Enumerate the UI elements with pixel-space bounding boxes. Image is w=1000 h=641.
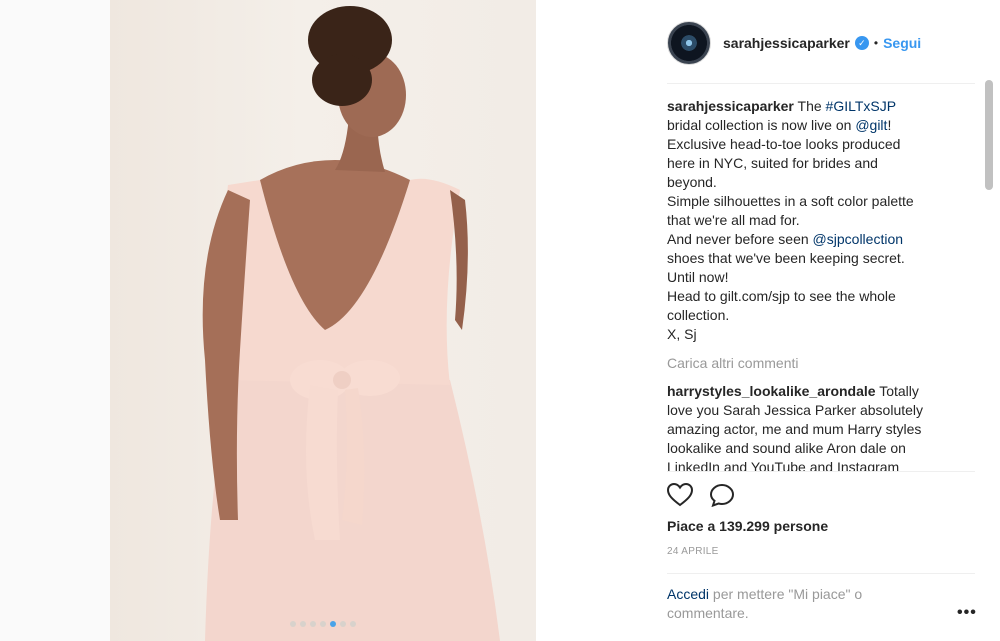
caption-line: And never before seen @sjpcollection: [667, 230, 957, 249]
comment-icon[interactable]: [709, 483, 735, 512]
caption-tag-link[interactable]: @sjpcollection: [813, 231, 903, 247]
comment-username[interactable]: harrystyles_lookalike_arondale: [667, 383, 876, 399]
comment-line: harrystyles_lookalike_arondale Totally: [667, 382, 957, 401]
login-link[interactable]: Accedi: [667, 586, 709, 602]
comment-line: LinkedIn and YouTube and Instagram: [667, 458, 957, 471]
comments-scrollbar[interactable]: [985, 80, 993, 190]
comment-line: amazing actor, me and mum Harry styles: [667, 420, 957, 439]
carousel-dot[interactable]: [300, 621, 306, 627]
caption-tag-link[interactable]: @gilt: [855, 117, 887, 133]
caption-text: The: [793, 98, 826, 114]
carousel-dot[interactable]: [350, 621, 356, 627]
actions-divider: [667, 471, 975, 472]
load-more-comments-link[interactable]: Carica altri commenti: [667, 354, 957, 373]
post-date: 24 APRILE: [667, 546, 719, 557]
caption-text: Until now!: [667, 269, 729, 285]
caption-line: shoes that we've been keeping secret.: [667, 249, 957, 268]
comments-list[interactable]: sarahjessicaparker The #GILTxSJP bridal c…: [667, 97, 957, 471]
carousel-dot[interactable]: [320, 621, 326, 627]
caption-tag-link[interactable]: #GILTxSJP: [826, 98, 897, 114]
caption-text: bridal collection is now live on: [667, 117, 856, 133]
caption-text: shoes that we've been keeping secret.: [667, 250, 905, 266]
header-username[interactable]: sarahjessicaparker: [723, 35, 850, 51]
caption-line: collection.: [667, 306, 957, 325]
caption-text: X, Sj: [667, 326, 697, 342]
follow-button[interactable]: Segui: [883, 35, 921, 51]
caption-line: sarahjessicaparker The #GILTxSJP: [667, 97, 957, 116]
comment-text: love you Sarah Jessica Parker absolutely: [667, 402, 924, 418]
caption-text: collection.: [667, 307, 730, 323]
likes-count[interactable]: Piace a 139.299 persone: [667, 518, 828, 534]
header-separator: •: [873, 36, 879, 50]
caption-line: Simple silhouettes in a soft color palet…: [667, 192, 957, 211]
caption-line: X, Sj: [667, 325, 957, 344]
caption-username[interactable]: sarahjessicaparker: [667, 98, 794, 114]
comment-text: lookalike and sound alike Aron dale on: [667, 440, 906, 456]
header-divider: [667, 83, 975, 84]
login-divider: [667, 573, 975, 574]
caption-text: Head to gilt.com/sjp to see the whole: [667, 288, 896, 304]
login-prompt: Accedi per mettere "Mi piace" o commenta…: [667, 585, 907, 623]
carousel-dot[interactable]: [290, 621, 296, 627]
comment-text: Totally: [875, 383, 919, 399]
caption-text: here in NYC, suited for brides and: [667, 155, 878, 171]
caption-line: Exclusive head-to-toe looks produced: [667, 135, 957, 154]
caption-text: Simple silhouettes in a soft color palet…: [667, 193, 914, 209]
caption-text: that we're all mad for.: [667, 212, 800, 228]
carousel-dot[interactable]: [340, 621, 346, 627]
caption-line: that we're all mad for.: [667, 211, 957, 230]
caption-line: Until now!: [667, 268, 957, 287]
bridal-dress-photo-illustration: [202, 6, 500, 641]
verified-badge-icon: ✓: [854, 36, 869, 50]
caption-text: !: [887, 117, 892, 133]
left-backdrop: [0, 0, 110, 641]
caption-text: Exclusive head-to-toe looks produced: [667, 136, 901, 152]
caption-line: bridal collection is now live on @gilt!: [667, 116, 957, 135]
carousel-dot[interactable]: [310, 621, 316, 627]
comment-text: amazing actor, me and mum Harry styles: [667, 421, 922, 437]
post-actions: [666, 482, 735, 512]
caption-line: beyond.: [667, 173, 957, 192]
carousel-indicator: [110, 621, 536, 627]
post-header: sarahjessicaparker ✓ • Segui: [667, 16, 976, 70]
caption-text: And never before seen: [667, 231, 813, 247]
caption-line: here in NYC, suited for brides and: [667, 154, 957, 173]
heart-icon[interactable]: [666, 482, 694, 512]
comment-line: love you Sarah Jessica Parker absolutely: [667, 401, 957, 420]
caption-text: beyond.: [667, 174, 717, 190]
post-photo[interactable]: [110, 0, 536, 641]
comment-text: LinkedIn and YouTube and Instagram: [667, 459, 900, 471]
avatar[interactable]: [667, 21, 711, 65]
comment-item: harrystyles_lookalike_arondale Totally lo…: [667, 382, 957, 471]
post-caption: sarahjessicaparker The #GILTxSJP bridal c…: [667, 97, 957, 344]
more-options-icon[interactable]: •••: [957, 604, 977, 622]
comment-line: lookalike and sound alike Aron dale on: [667, 439, 957, 458]
caption-line: Head to gilt.com/sjp to see the whole: [667, 287, 957, 306]
carousel-dot-active[interactable]: [330, 621, 336, 627]
